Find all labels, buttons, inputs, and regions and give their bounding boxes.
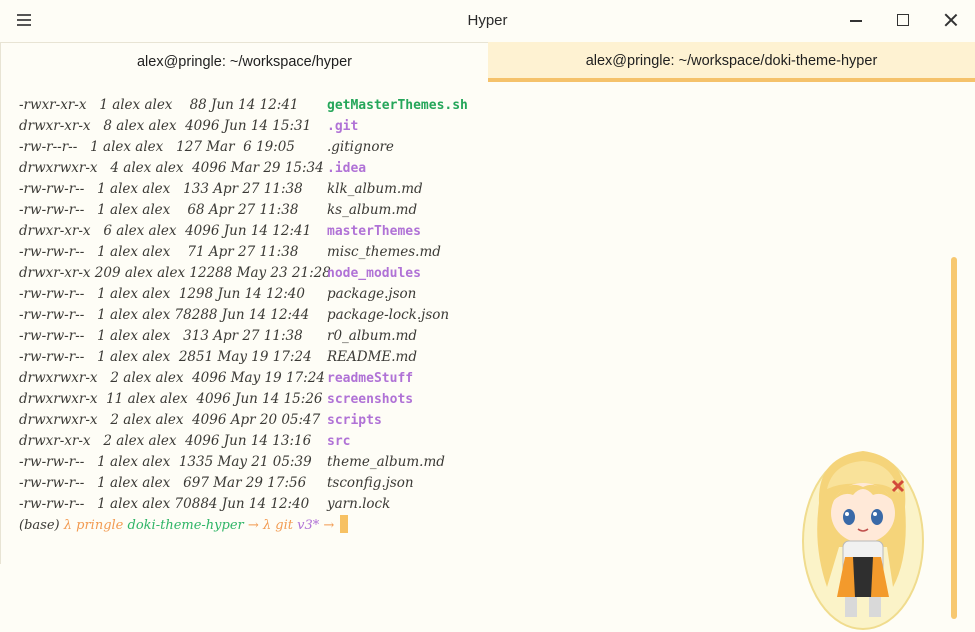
prompt-branch: v3* [297, 518, 320, 533]
directory-name: .git [327, 119, 359, 134]
text-cursor [340, 515, 349, 533]
file-meta: drwxr-xr-x 2 alex alex 4096 Jun 14 13:16 [19, 433, 312, 449]
prompt-env: (base) [19, 518, 60, 533]
file-name: .gitignore [327, 139, 394, 155]
file-name: r0_album.md [327, 328, 418, 344]
file-meta: -rw-rw-r-- 1 alex alex 71 Apr 27 11:38 [19, 244, 299, 260]
minimize-icon[interactable] [848, 12, 864, 28]
maximize-icon[interactable] [895, 12, 911, 28]
file-name: misc_themes.md [327, 244, 441, 260]
file-name: yarn.lock [327, 496, 391, 512]
anime-sticker [802, 451, 924, 630]
shell-prompt: (base) λ pringle doki-theme-hyper → λ gi… [19, 515, 349, 537]
file-name: klk_album.md [327, 181, 423, 197]
prompt-arrow: → [247, 518, 259, 533]
directory-name: screenshots [327, 392, 414, 407]
directory-name: node_modules [327, 266, 421, 281]
directory-name: readmeStuff [327, 371, 414, 386]
file-meta: -rw-rw-r-- 1 alex alex 133 Apr 27 11:38 [19, 181, 303, 197]
directory-name: scripts [327, 413, 382, 428]
prompt-directory: doki-theme-hyper [127, 518, 244, 533]
prompt-host: pringle [76, 518, 124, 533]
tab-bar: alex@pringle: ~/workspace/hyper alex@pri… [0, 42, 975, 82]
file-name: package-lock.json [327, 307, 450, 323]
window-title: Hyper [467, 12, 508, 29]
file-meta: drwxrwxr-x 4 alex alex 4096 Mar 29 15:34 [19, 160, 324, 176]
title-bar: Hyper [0, 0, 975, 42]
file-meta: -rw-rw-r-- 1 alex alex 68 Apr 27 11:38 [19, 202, 299, 218]
file-meta: drwxr-xr-x 8 alex alex 4096 Jun 14 15:31 [19, 118, 312, 134]
file-name: README.md [327, 349, 418, 365]
file-meta: -rw-r--r-- 1 alex alex 127 Mar 6 19:05 [19, 139, 295, 155]
file-meta: -rw-rw-r-- 1 alex alex 313 Apr 27 11:38 [19, 328, 303, 344]
prompt-lambda: λ [63, 518, 72, 533]
directory-name: .idea [327, 161, 367, 176]
prompt-git: λ git [262, 518, 294, 533]
file-meta: drwxr-xr-x 209 alex alex 12288 May 23 21… [19, 265, 331, 281]
file-meta: -rw-rw-r-- 1 alex alex 1335 May 21 05:39 [19, 454, 312, 470]
file-meta: -rw-rw-r-- 1 alex alex 2851 May 19 17:24 [19, 349, 312, 365]
file-name: package.json [327, 286, 417, 302]
directory-name: masterThemes [327, 224, 421, 239]
file-name: getMasterThemes.sh [327, 98, 468, 113]
file-meta: -rwxr-xr-x 1 alex alex 88 Jun 14 12:41 [19, 97, 299, 113]
terminal-pane[interactable]: -rwxr-xr-x 1 alex alex 88 Jun 14 12:41 ge… [0, 82, 975, 630]
tab-hyper[interactable]: alex@pringle: ~/workspace/hyper [0, 42, 488, 82]
file-meta: drwxrwxr-x 2 alex alex 4096 Apr 20 05:47 [19, 412, 321, 428]
file-meta: -rw-rw-r-- 1 alex alex 1298 Jun 14 12:40 [19, 286, 305, 302]
file-meta: -rw-rw-r-- 1 alex alex 70884 Jun 14 12:4… [19, 496, 310, 512]
file-meta: drwxrwxr-x 11 alex alex 4096 Jun 14 15:2… [19, 391, 323, 407]
file-name: ks_album.md [327, 202, 418, 218]
directory-name: src [327, 434, 351, 449]
tab-doki-theme-hyper[interactable]: alex@pringle: ~/workspace/doki-theme-hyp… [488, 42, 975, 82]
prompt-arrow-2: → [323, 518, 335, 533]
file-meta: -rw-rw-r-- 1 alex alex 78288 Jun 14 12:4… [19, 307, 310, 323]
scrollbar[interactable] [951, 257, 957, 619]
close-icon[interactable] [943, 12, 959, 28]
file-name: tsconfig.json [327, 475, 414, 491]
file-meta: drwxrwxr-x 2 alex alex 4096 May 19 17:24 [19, 370, 325, 386]
file-name: theme_album.md [327, 454, 445, 470]
file-meta: -rw-rw-r-- 1 alex alex 697 Mar 29 17:56 [19, 475, 307, 491]
file-meta: drwxr-xr-x 6 alex alex 4096 Jun 14 12:41 [19, 223, 312, 239]
